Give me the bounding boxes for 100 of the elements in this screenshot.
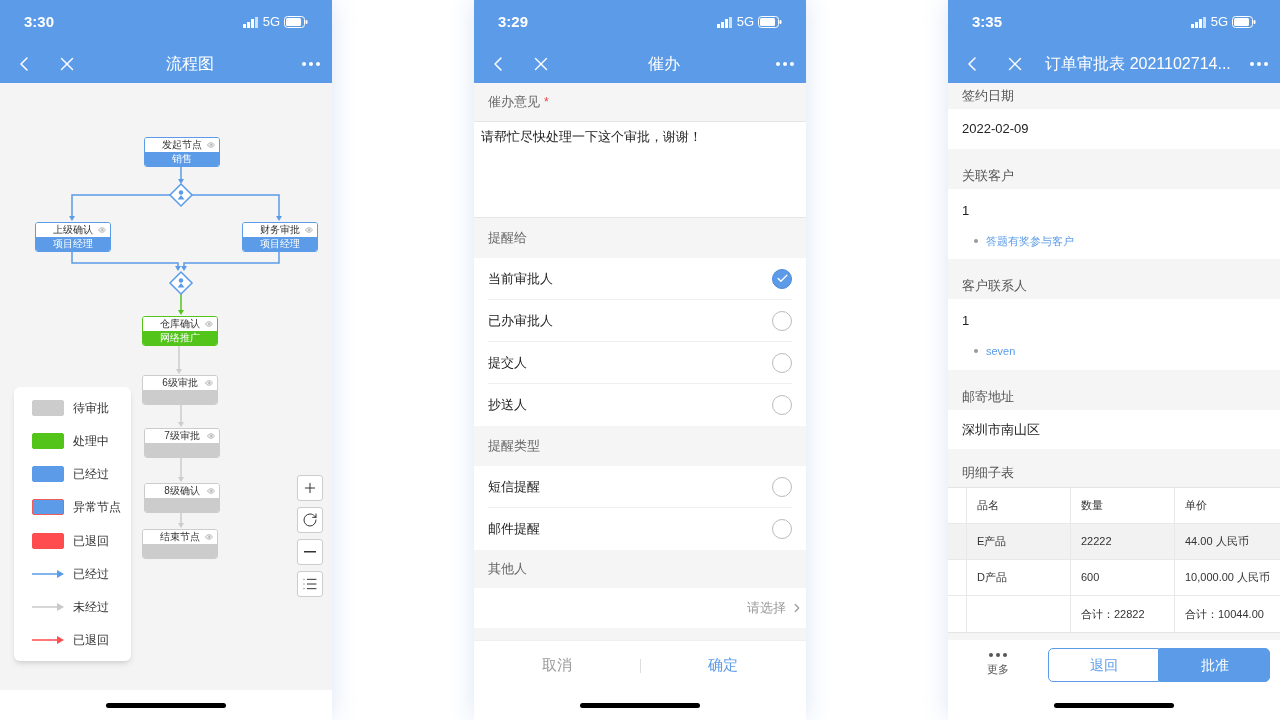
flow-node[interactable]: 财务审批 项目经理 bbox=[242, 222, 318, 252]
table-cell-text: 合计：22822 bbox=[1081, 606, 1145, 622]
more-icon bbox=[1250, 61, 1268, 66]
status-time: 3:29 bbox=[498, 11, 529, 32]
reset-button[interactable] bbox=[297, 507, 323, 533]
more-label: 更多 bbox=[987, 661, 1009, 677]
table-cell-text: 合计：10044.00 bbox=[1185, 606, 1264, 622]
table-cell-text: E产品 bbox=[977, 534, 1007, 550]
connector-arrow bbox=[176, 343, 182, 374]
battery-icon bbox=[1232, 16, 1256, 28]
connector-arrow bbox=[178, 293, 184, 315]
more-icon bbox=[989, 652, 1007, 657]
radio-checked[interactable] bbox=[772, 268, 792, 289]
page-title: 订单审批表 2021102714... bbox=[1044, 53, 1232, 74]
legend-label: 已退回 bbox=[73, 632, 109, 649]
node-title: 8级确认 bbox=[164, 486, 200, 496]
battery-icon bbox=[284, 16, 308, 28]
required-mark: * bbox=[544, 94, 549, 111]
page-title: 催办 bbox=[647, 53, 681, 74]
field-value: 2022-02-09 bbox=[962, 120, 1030, 138]
eye-icon bbox=[305, 226, 313, 234]
zoom-in-button[interactable] bbox=[297, 475, 323, 501]
field-label: 签约日期 bbox=[962, 87, 1014, 106]
more-button[interactable] bbox=[1250, 61, 1268, 66]
field-label: 客户联系人 bbox=[962, 277, 1027, 296]
connector-arrow bbox=[178, 164, 184, 184]
radio-unchecked[interactable] bbox=[772, 476, 792, 497]
option-label: 已办审批人 bbox=[488, 311, 553, 330]
connector-arrow bbox=[178, 402, 184, 427]
node-subtitle: 项目经理 bbox=[53, 239, 93, 249]
option-label: 当前审批人 bbox=[488, 269, 553, 288]
gateway-diamond[interactable] bbox=[168, 270, 194, 296]
flow-node[interactable]: 7级审批 bbox=[144, 428, 220, 458]
section-title: 其他人 bbox=[488, 560, 527, 579]
table-title: 明细子表 bbox=[962, 464, 1014, 483]
node-subtitle: 项目经理 bbox=[260, 239, 300, 249]
field-value: 1 bbox=[962, 201, 971, 220]
minus-icon bbox=[304, 551, 316, 553]
eye-icon bbox=[205, 533, 213, 541]
column-header: 单价 bbox=[1185, 498, 1207, 514]
radio-unchecked[interactable] bbox=[772, 310, 792, 331]
option-label: 短信提醒 bbox=[488, 477, 540, 496]
legend-label: 已退回 bbox=[73, 532, 109, 550]
node-title: 上级确认 bbox=[53, 225, 93, 235]
table-cell-text: 10,000.00 人民币 bbox=[1185, 570, 1270, 586]
node-title: 发起节点 bbox=[162, 140, 202, 150]
flow-node[interactable]: 上级确认 项目经理 bbox=[35, 222, 111, 252]
list-button[interactable] bbox=[297, 571, 323, 597]
radio-unchecked[interactable] bbox=[772, 352, 792, 373]
eye-icon bbox=[207, 487, 215, 495]
flow-node[interactable]: 8级确认 bbox=[144, 483, 220, 513]
signal-icon bbox=[1190, 16, 1207, 28]
flow-node[interactable]: 仓库确认 网络推广 bbox=[142, 316, 218, 346]
field-label: 邮寄地址 bbox=[962, 387, 1014, 406]
check-icon bbox=[775, 272, 789, 285]
connector-arrow bbox=[178, 455, 184, 482]
legend-label: 已经过 bbox=[73, 466, 109, 484]
option-label: 抄送人 bbox=[488, 396, 527, 415]
flow-node[interactable]: 6级审批 bbox=[142, 375, 218, 405]
plus-icon bbox=[302, 480, 318, 496]
column-header: 品名 bbox=[977, 498, 999, 514]
flow-node[interactable]: 发起节点 销售 bbox=[144, 137, 220, 167]
gateway-diamond[interactable] bbox=[168, 182, 194, 208]
zoom-out-button[interactable] bbox=[297, 539, 323, 565]
eye-icon bbox=[205, 320, 213, 328]
field-value: 深圳市南山区 bbox=[962, 420, 1041, 439]
eye-icon bbox=[98, 226, 106, 234]
node-title: 6级审批 bbox=[162, 378, 198, 388]
connector-arrow bbox=[178, 510, 184, 528]
table-cell-text: 600 bbox=[1081, 570, 1100, 586]
table-cell-text: D产品 bbox=[977, 570, 1007, 586]
radio-unchecked[interactable] bbox=[772, 519, 792, 539]
more-button[interactable]: 更多 bbox=[958, 652, 1038, 678]
node-title: 7级审批 bbox=[164, 431, 200, 441]
option-label: 提交人 bbox=[488, 353, 527, 372]
eye-icon bbox=[205, 379, 213, 387]
network-label: 5G bbox=[1210, 13, 1228, 32]
radio-unchecked[interactable] bbox=[772, 395, 792, 415]
column-header: 数量 bbox=[1081, 498, 1103, 514]
legend-label: 异常节点 bbox=[73, 499, 121, 517]
more-button[interactable] bbox=[302, 61, 320, 66]
node-subtitle: 销售 bbox=[172, 154, 192, 164]
status-time: 3:30 bbox=[24, 11, 55, 32]
status-time: 3:35 bbox=[972, 11, 1003, 32]
field-label: 催办意见 bbox=[488, 93, 540, 112]
list-icon bbox=[302, 576, 318, 592]
opinion-textarea[interactable]: 请帮忙尽快处理一下这个审批，谢谢！ bbox=[474, 121, 806, 218]
more-icon bbox=[302, 61, 320, 66]
node-title: 仓库确认 bbox=[160, 319, 200, 329]
page-title: 流程图 bbox=[165, 53, 215, 74]
more-icon bbox=[776, 61, 794, 66]
flow-node[interactable]: 结束节点 bbox=[142, 529, 218, 559]
section-title: 提醒类型 bbox=[488, 437, 540, 456]
legend-label: 未经过 bbox=[73, 598, 109, 616]
signal-icon bbox=[242, 16, 259, 28]
node-title: 财务审批 bbox=[260, 225, 300, 235]
battery-icon bbox=[758, 16, 782, 28]
table-cell-text: 44.00 人民币 bbox=[1185, 534, 1249, 550]
signal-icon bbox=[716, 16, 733, 28]
more-button[interactable] bbox=[776, 61, 794, 66]
